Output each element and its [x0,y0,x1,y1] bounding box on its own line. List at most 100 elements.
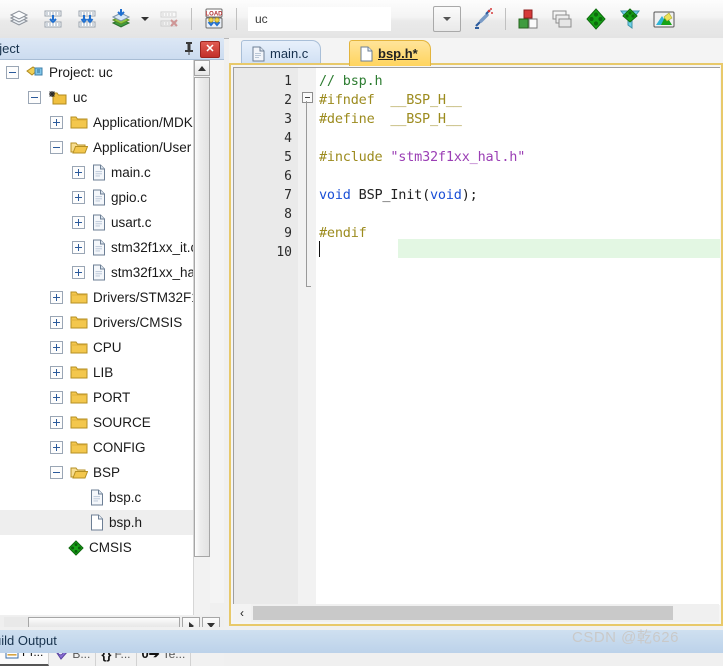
expand-icon[interactable] [72,241,85,254]
tree-item-label: CONFIG [93,440,146,455]
tree-item-usart-c[interactable]: usart.c [0,210,208,235]
collapse-icon[interactable] [50,141,63,154]
project-panel-header: oject ✕ [0,38,224,60]
multi-project-icon[interactable] [546,3,578,35]
line-number: 5 [284,150,292,165]
tree-item-bsp[interactable]: BSP [0,460,208,485]
document-tab-bsp-h[interactable]: bsp.h* [349,40,431,66]
code-folding-margin[interactable] [298,68,316,605]
tree-item-cmsis[interactable]: CMSIS [0,535,208,560]
current-line-highlight [398,239,720,258]
tree-item-project-uc[interactable]: Project: uc [0,60,208,85]
target-dropdown-button[interactable] [433,6,461,32]
editor-area: main.c bsp.h* 1 2 3 4 5 6 7 8 9 10 // bs… [229,38,723,626]
tree-item-label: PORT [93,390,131,405]
folder-closed-icon [70,316,88,329]
c-file-icon [93,239,105,256]
scroll-up-button[interactable] [194,60,210,76]
tree-item-main-c[interactable]: main.c [0,160,208,185]
pin-icon[interactable] [182,41,196,56]
collapse-icon[interactable] [50,466,63,479]
build-icon[interactable] [37,3,69,35]
target-options-icon[interactable] [467,3,499,35]
code-token: #endif [319,225,367,241]
expand-icon[interactable] [50,316,63,329]
tree-item-label: usart.c [111,215,152,230]
tree-item-drivers-stm32f1xx-hal-driver[interactable]: Drivers/STM32F1xx_HAL_Driver [0,285,208,310]
expand-icon[interactable] [50,116,63,129]
editor-scroll-left-button[interactable]: ‹ [233,604,251,622]
tree-item-gpio-c[interactable]: gpio.c [0,185,208,210]
tree-item-source[interactable]: SOURCE [0,410,208,435]
code-token: void [430,187,462,203]
editor-horizontal-scrollbar[interactable]: ‹ [233,604,719,622]
expand-icon[interactable] [72,266,85,279]
tree-item-application-user[interactable]: Application/User [0,135,208,160]
project-panel: oject ✕ Project: uc uc Application/MDK-ARM… [0,38,224,666]
expand-icon[interactable] [72,191,85,204]
code-view[interactable]: 1 2 3 4 5 6 7 8 9 10 // bsp.h #ifndef __BSP_H__ #de… [233,67,720,605]
cube-mx-icon[interactable] [648,3,680,35]
csdn-watermark: CSDN @乾626 [572,629,679,646]
tree-item-label: bsp.c [109,490,142,505]
manage-project-items-icon[interactable] [512,3,544,35]
editor-hscrollbar-thumb[interactable] [253,606,673,620]
tree-item-label: main.c [111,165,151,180]
code-token: void [319,187,351,203]
tree-item-label: uc [73,90,88,105]
download-icon[interactable]: LOAD [198,3,230,35]
tree-item-config[interactable]: CONFIG [0,435,208,460]
project-tree[interactable]: Project: uc uc Application/MDK-ARM Applicat… [0,60,208,615]
fold-bracket-end [306,286,311,287]
code-line: // bsp.h [319,72,383,91]
tree-item-lib[interactable]: LIB [0,360,208,385]
code-line: #define __BSP_H__ [319,110,462,129]
tree-item-cpu[interactable]: CPU [0,335,208,360]
tree-item-stm32f1xx-it-c[interactable]: stm32f1xx_it.c [0,235,208,260]
text-caret [319,241,320,257]
expand-icon[interactable] [72,166,85,179]
tree-item-bsp-h[interactable]: bsp.h [0,510,208,535]
folder-closed-icon [70,366,88,379]
tree-item-uc[interactable]: uc [0,85,208,110]
code-line: #ifndef __BSP_H__ [319,91,462,110]
tree-item-bsp-c[interactable]: bsp.c [0,485,208,510]
vertical-scrollbar-thumb[interactable] [194,77,210,557]
fold-bracket-line [306,101,307,286]
line-number: 3 [284,112,292,127]
c-file-icon [93,264,105,281]
rebuild-icon[interactable] [71,3,103,35]
tree-item-port[interactable]: PORT [0,385,208,410]
collapse-icon[interactable] [28,91,41,104]
line-number-gutter: 1 2 3 4 5 6 7 8 9 10 [234,68,298,605]
code-token: // bsp.h [319,73,383,89]
batch-build-icon[interactable] [105,3,137,35]
editor-frame: 1 2 3 4 5 6 7 8 9 10 // bsp.h #ifndef __BSP_H__ #de… [229,63,723,626]
main-toolbar: LOAD uc [0,0,723,39]
expand-icon[interactable] [50,341,63,354]
line-number: 1 [284,74,292,89]
pack-installer-icon[interactable] [580,3,612,35]
project-tree-vertical-scrollbar[interactable] [193,60,210,615]
tree-item-application-mdk-arm[interactable]: Application/MDK-ARM [0,110,208,135]
batch-build-dropdown-icon[interactable] [138,5,152,33]
tree-item-label: CMSIS [89,540,132,555]
document-tabstrip: main.c bsp.h* [229,38,723,66]
code-text-area[interactable]: // bsp.h #ifndef __BSP_H__ #define __BSP_H… [316,68,720,605]
expand-icon[interactable] [50,391,63,404]
tree-item-drivers-cmsis[interactable]: Drivers/CMSIS [0,310,208,335]
line-number: 8 [284,207,292,222]
expand-icon[interactable] [50,291,63,304]
translate-icon[interactable] [3,3,35,35]
tree-item-stm32f1xx-hal-msp-c[interactable]: stm32f1xx_hal_msp.c [0,260,208,285]
filter-pack-icon[interactable] [614,3,646,35]
target-selector[interactable]: uc [248,7,391,31]
expand-icon[interactable] [50,441,63,454]
expand-icon[interactable] [50,366,63,379]
close-panel-button[interactable]: ✕ [200,41,220,58]
fold-toggle-icon[interactable] [302,92,313,103]
collapse-icon[interactable] [6,66,19,79]
expand-icon[interactable] [50,416,63,429]
expand-icon[interactable] [72,216,85,229]
